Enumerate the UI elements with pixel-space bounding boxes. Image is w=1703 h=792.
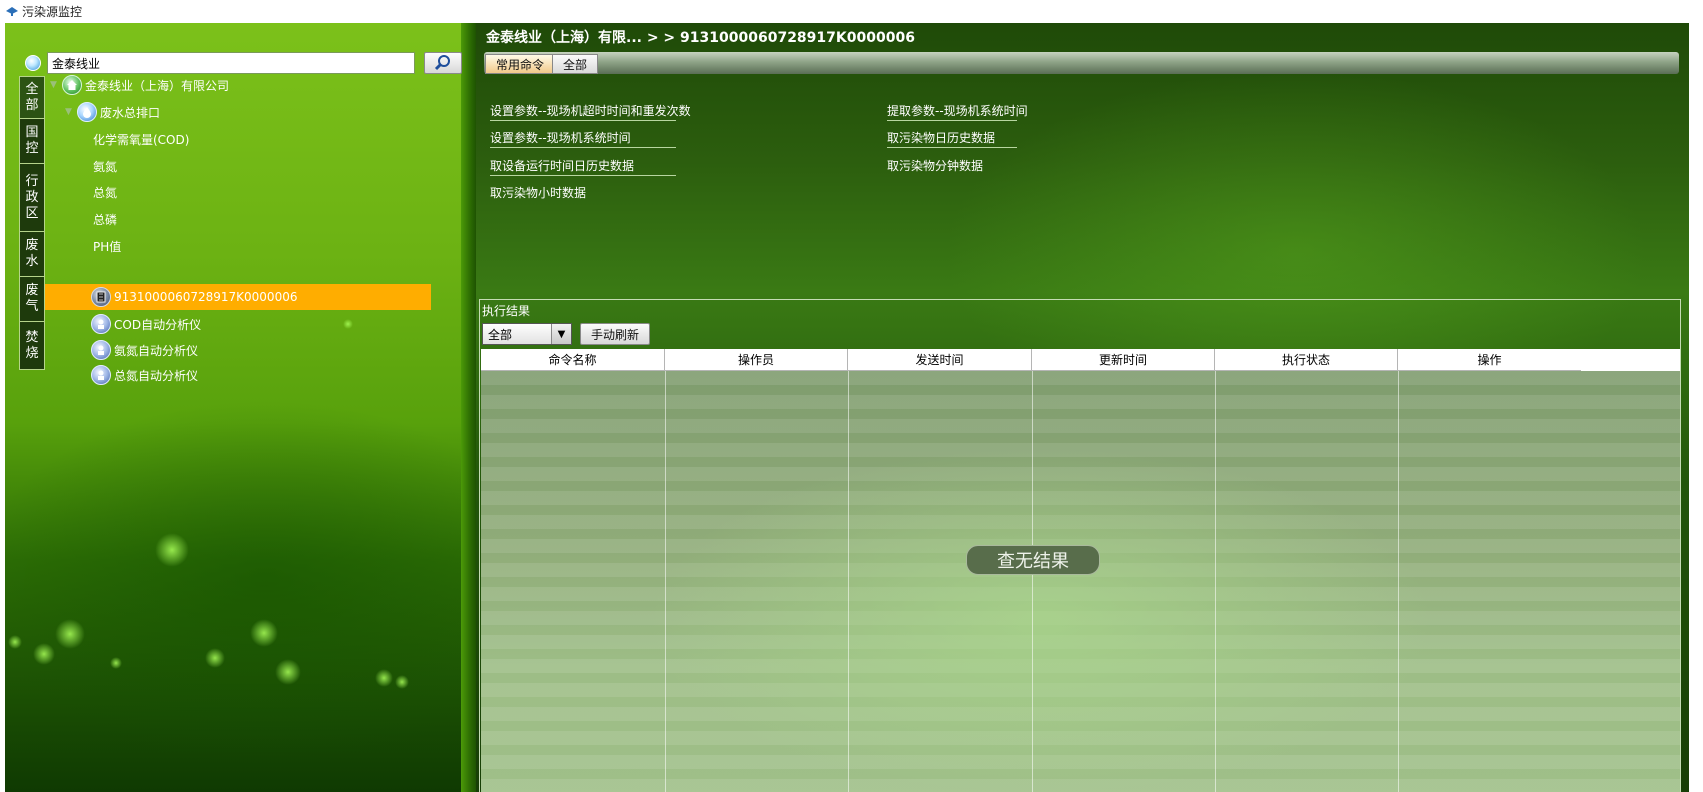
tab-wastewater[interactable]: 废 水 [19,232,45,277]
tab-district[interactable]: 行 政 区 [19,164,45,232]
window-title: 污染源监控 [22,4,83,19]
tree-node-factor[interactable]: 化学需氧量(COD) [93,127,189,151]
tree-node-label: 9131000060728917K0000006 [114,290,298,304]
tree-node-analyzer[interactable]: 氨氮自动分析仪 [91,338,198,362]
command-link-label: 取污染物分钟数据 [887,159,984,173]
command-link-label: 设置参数--现场机超时时间和重发次数 [490,104,691,118]
search-input[interactable] [47,52,415,74]
tree-node-factor[interactable]: 总氮 [93,180,117,204]
table-header: 命令名称 操作员 发送时间 更新时间 执行状态 操作 [481,349,1680,371]
tab-label: 行 政 区 [25,173,39,221]
tree-node-factor[interactable]: PH值 [93,234,121,258]
tree-node-gateway[interactable]: 9131000060728917K0000006 [91,285,297,309]
tree-node-label: PH值 [93,239,122,254]
tree-node-factor[interactable]: 氨氮 [93,154,117,178]
empty-result-message: 查无结果 [966,545,1100,575]
home-icon [62,75,82,95]
tab-label: 全部 [563,57,588,72]
column-header[interactable]: 更新时间 [1032,349,1215,371]
result-table: 命令名称 操作员 发送时间 更新时间 执行状态 操作 查无结果 [481,349,1680,792]
tree-node-outlet[interactable]: ▼ 废水总排口 [65,100,160,124]
result-title: 执行结果 [482,304,531,318]
analyzer-icon [91,314,111,334]
tab-national-control[interactable]: 国 控 [19,119,45,164]
command-tab-strip: 常用命令 全部 [484,52,1679,74]
execution-result-panel: 执行结果 全部 ▼ 手动刷新 命令名称 操作员 发送时间 更新时间 执行状态 操… [479,299,1681,792]
category-tabs: 全 部 国 控 行 政 区 废 水 废 气 焚 烧 [19,76,45,370]
tab-label: 焚 烧 [25,329,39,361]
column-header[interactable]: 执行状态 [1215,349,1398,371]
tab-label: 常用命令 [496,57,545,72]
tree-node-label: 化学需氧量(COD) [93,132,190,147]
command-link-label: 取污染物日历史数据 [887,131,996,145]
command-link[interactable]: 取污染物日历史数据 [887,128,1017,148]
command-link[interactable]: 取污染物小时数据 [490,183,676,203]
tree-node-label: 废水总排口 [100,105,161,120]
search-scope-icon[interactable] [25,55,41,71]
analyzer-icon [91,340,111,360]
tree-node-label: 总氮自动分析仪 [114,368,199,383]
chevron-down-icon[interactable]: ▼ [551,324,571,344]
status-filter-select[interactable]: 全部 ▼ [482,323,572,345]
all-commands-tab[interactable]: 全部 [552,54,599,74]
tab-all[interactable]: 全 部 [19,76,45,119]
table-body: 查无结果 [481,371,1680,792]
command-link[interactable]: 取设备运行时间日历史数据 [490,156,676,176]
tree-node-label: 总磷 [93,212,118,227]
analyzer-icon [91,365,111,385]
tab-label: 废 气 [25,283,39,314]
column-header[interactable]: 操作 [1398,349,1581,371]
manual-refresh-button[interactable]: 手动刷新 [580,323,651,345]
tree-node-label: 氨氮 [93,159,118,174]
panel-edge [1689,23,1703,792]
magnifier-icon [434,55,450,71]
tree-node-label: COD自动分析仪 [114,317,202,332]
tree-node-analyzer[interactable]: 总氮自动分析仪 [91,363,198,387]
app-icon [6,7,18,16]
tree-node-company[interactable]: ▼ 金泰线业（上海）有限公司 [50,73,229,97]
breadcrumb: 金泰线业（上海）有限... > > 9131000060728917K00000… [486,26,915,48]
water-outlet-icon [77,102,97,122]
search-row [25,51,462,75]
data-gateway-icon [91,287,111,307]
command-link-label: 取设备运行时间日历史数据 [490,159,635,173]
command-link[interactable]: 取污染物分钟数据 [887,156,1017,176]
command-link-label: 设置参数--现场机系统时间 [490,131,631,145]
tab-label: 废 水 [25,238,39,269]
tree-node-analyzer[interactable]: COD自动分析仪 [91,312,201,336]
tab-label: 国 控 [25,125,39,156]
tab-incineration[interactable]: 焚 烧 [19,322,45,370]
breadcrumb-text: 金泰线业（上海）有限... > > 9131000060728917K00000… [486,30,915,46]
tab-exhaust-gas[interactable]: 废 气 [19,277,45,322]
collapse-toggle-icon[interactable]: ▼ [65,107,77,117]
column-header[interactable]: 发送时间 [848,349,1032,371]
select-value: 全部 [488,327,513,342]
command-list: 设置参数--现场机超时时间和重发次数 设置参数--现场机系统时间 取设备运行时间… [476,73,1686,273]
tree-node-label: 金泰线业（上海）有限公司 [85,78,230,93]
command-link[interactable]: 设置参数--现场机系统时间 [490,128,676,148]
search-button[interactable] [424,52,462,74]
tree-node-factor[interactable]: 总磷 [93,207,117,231]
column-header[interactable]: 操作员 [665,349,848,371]
tab-label: 全 部 [25,81,39,113]
common-commands-tab[interactable]: 常用命令 [485,54,556,74]
command-link-label: 取污染物小时数据 [490,186,587,200]
tree-node-label: 氨氮自动分析仪 [114,343,199,358]
command-link-label: 提取参数--现场机系统时间 [887,104,1028,118]
collapse-toggle-icon[interactable]: ▼ [50,80,62,90]
tree-node-label: 总氮 [93,185,118,200]
panel-divider[interactable] [461,23,476,792]
button-label: 手动刷新 [591,327,640,342]
navigation-panel: 全 部 国 控 行 政 区 废 水 废 气 焚 烧 ▼ 金泰线业（上海）有限公司… [5,23,476,792]
column-header[interactable]: 命令名称 [481,349,665,371]
command-panel: 金泰线业（上海）有限... > > 9131000060728917K00000… [476,23,1703,792]
window-titlebar: 污染源监控 [0,0,1703,22]
command-link[interactable]: 设置参数--现场机超时时间和重发次数 [490,101,691,121]
command-link[interactable]: 提取参数--现场机系统时间 [887,101,1028,121]
